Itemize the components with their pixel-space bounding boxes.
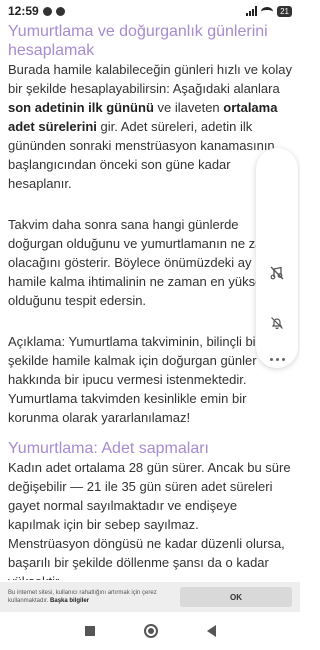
home-icon[interactable] (143, 624, 158, 638)
intro-bold-first-day: son adetinin ilk gününü (8, 100, 154, 115)
status-time: 12:59 (8, 4, 39, 18)
recent-apps-icon[interactable] (84, 626, 95, 636)
system-nav-bar (0, 612, 300, 650)
floating-action-panel (256, 148, 298, 368)
article-content[interactable]: Yumurtlama ve doğurganlık günlerini hesa… (0, 22, 300, 580)
screen: 12:59 21 Yumurtlama ve doğurganlık günle… (0, 0, 300, 650)
section-heading-deviations: Yumurtlama: Adet sapmaları (8, 440, 209, 457)
wifi-icon (261, 6, 274, 16)
music-off-icon[interactable] (264, 260, 290, 286)
intro-text-c: ve ilaveten (153, 100, 224, 115)
fertility-paragraph: Menstrüasyon döngüsü ne kadar düzenli ol… (8, 536, 285, 580)
battery-icon: 21 (277, 5, 292, 17)
signal-icon (246, 6, 258, 16)
back-icon[interactable] (206, 625, 216, 637)
section-heading-ovulation: Yumurtlama ve doğurganlık günlerini hesa… (8, 23, 268, 59)
cookie-text: Bu internet sitesi, kullanıcı rahatlığın… (8, 589, 178, 605)
cookie-more-info-link[interactable]: Başka bilgiler (50, 598, 89, 604)
warning-paragraph: Yumurtlama takvimden kesinlikle emin bir… (8, 391, 247, 425)
status-left: 12:59 (8, 4, 65, 18)
disclaimer-paragraph: Açıklama: Yumurtlama takviminin, bilinçl… (8, 334, 260, 387)
status-bar: 12:59 21 (0, 0, 300, 22)
intro-text-a: Burada hamile kalabileceğin günleri hızl… (8, 62, 292, 96)
notification-dot-icon (42, 6, 52, 16)
cycle-length-paragraph: Kadın adet ortalama 28 gün sürer. Ancak … (8, 460, 291, 532)
notifications-off-icon[interactable] (264, 310, 290, 336)
cookie-banner: Bu internet sitesi, kullanıcı rahatlığın… (0, 582, 300, 612)
cookie-ok-button[interactable]: OK (180, 587, 292, 607)
notification-dot-icon (55, 6, 65, 16)
calendar-paragraph: Takvim daha sonra sana hangi günlerde do… (8, 217, 288, 308)
status-right: 21 (246, 5, 292, 17)
more-options-icon[interactable] (264, 346, 290, 372)
intro-paragraph: Burada hamile kalabileceğin günleri hızl… (8, 60, 292, 193)
